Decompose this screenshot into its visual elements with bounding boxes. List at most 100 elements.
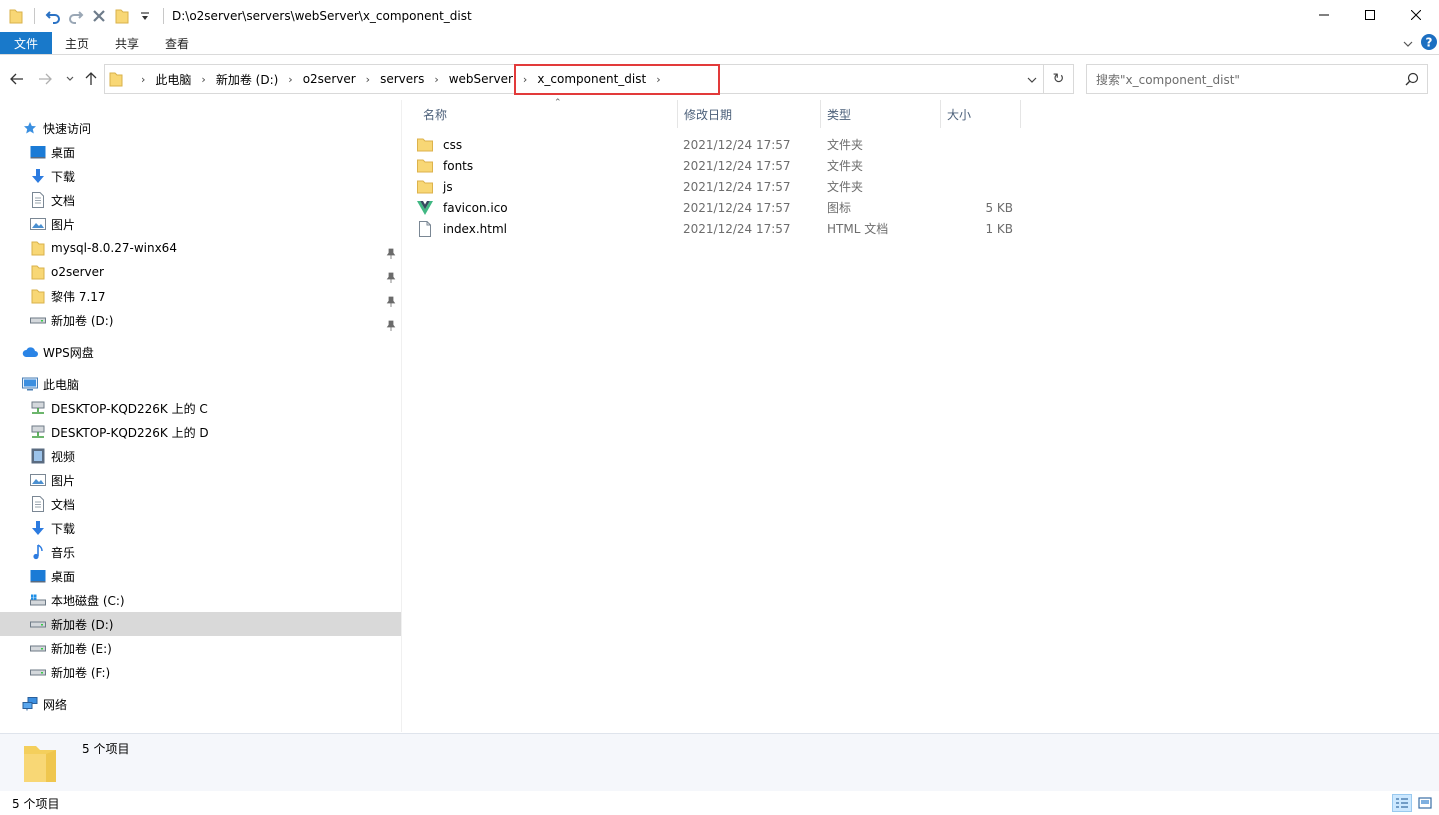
up-arrow-icon[interactable] [82,70,100,88]
nav-desktop[interactable]: 桌面 [30,564,75,588]
pin-icon[interactable] [386,272,396,284]
vue-logo-icon [417,200,433,216]
nav-quick-access[interactable]: 快速访问 [22,116,91,140]
nav-quick-downloads[interactable]: 下载 [30,164,75,188]
recent-locations-icon[interactable] [61,70,79,88]
search-input[interactable]: 搜索"x_component_dist" [1086,64,1428,94]
nav-quick-mysql-folder[interactable]: mysql-8.0.27-winx64 [30,236,177,260]
table-row[interactable]: favicon.ico 2021/12/24 17:57 图标 5 KB [417,197,1027,218]
minimize-button[interactable] [1301,0,1347,30]
maximize-button[interactable] [1347,0,1393,30]
tab-home[interactable]: 主页 [52,32,102,54]
table-row[interactable]: fonts 2021/12/24 17:57 文件夹 [417,155,1027,176]
file-size: 5 KB [985,200,1013,215]
crumb-x-component-dist[interactable]: x_component_dist [537,72,646,86]
table-row[interactable]: index.html 2021/12/24 17:57 HTML 文档 1 KB [417,218,1027,239]
column-header-date[interactable]: 修改日期 [678,100,821,128]
column-header-name[interactable]: 名称 ⌃ [417,98,678,128]
chevron-right-icon[interactable]: › [141,73,145,86]
back-arrow-icon[interactable] [8,70,26,88]
nav-quick-o2server-folder[interactable]: o2server [30,260,104,284]
tab-share[interactable]: 共享 [102,32,152,54]
file-list: 名称 ⌃ 修改日期 类型 大小 css 2021/12/24 17:57 文件夹… [405,98,1439,732]
crumb-drive-d[interactable]: 新加卷 (D:) [216,71,278,88]
nav-quick-drive-d[interactable]: 新加卷 (D:) [30,308,113,332]
nav-videos[interactable]: 视频 [30,444,75,468]
nav-local-disk-c[interactable]: 本地磁盘 (C:) [30,588,125,612]
column-label: 名称 [423,107,448,122]
nav-label: 本地磁盘 (C:) [51,593,125,608]
navigation-pane: 快速访问 桌面 下载 文档 图片 mysql-8.0.27-winx64 o2s… [0,100,402,732]
nav-wps-cloud[interactable]: WPS网盘 [22,340,94,364]
ribbon-tabs: 文件 主页 共享 查看 ? [0,32,1439,55]
search-placeholder: 搜索"x_component_dist" [1096,72,1240,87]
folder-icon [417,137,433,153]
nav-downloads[interactable]: 下载 [30,516,75,540]
nav-drive-d-selected[interactable]: 新加卷 (D:) [0,612,401,636]
nav-this-pc[interactable]: 此电脑 [22,372,79,396]
tab-view[interactable]: 查看 [152,32,202,54]
nav-drive-f[interactable]: 新加卷 (F:) [30,660,110,684]
chevron-right-icon[interactable]: › [366,73,370,86]
nav-label: 音乐 [51,545,76,560]
crumb-servers[interactable]: servers [380,72,424,86]
nav-documents[interactable]: 文档 [30,492,75,516]
network-drive-icon [30,424,46,440]
chevron-right-icon[interactable]: › [523,73,527,86]
column-label: 类型 [827,107,852,122]
column-header-type[interactable]: 类型 [821,100,941,128]
nav-music[interactable]: 音乐 [30,540,75,564]
folder-icon[interactable] [6,6,26,26]
pin-icon[interactable] [386,248,396,260]
file-name: fonts [443,158,474,173]
details-view-button[interactable] [1392,794,1412,812]
column-label: 大小 [947,107,972,122]
table-row[interactable]: js 2021/12/24 17:57 文件夹 [417,176,1027,197]
customize-toolbar-icon[interactable] [135,6,155,26]
nav-quick-documents[interactable]: 文档 [30,188,75,212]
crumb-webserver[interactable]: webServer [449,72,513,86]
pin-icon[interactable] [386,296,396,308]
delete-icon[interactable] [89,6,109,26]
new-folder-icon[interactable] [112,6,132,26]
nav-network[interactable]: 网络 [22,692,67,716]
refresh-button[interactable]: ↻ [1044,64,1074,94]
column-header-size[interactable]: 大小 [941,100,1021,128]
drive-icon [30,640,46,656]
pin-icon[interactable] [386,320,396,332]
address-bar[interactable]: › 此电脑 › 新加卷 (D:) › o2server › servers › … [104,64,1044,94]
chevron-right-icon[interactable]: › [656,73,660,86]
folder-icon [30,240,46,256]
nav-label: 新加卷 (E:) [51,641,112,656]
folder-icon [30,288,46,304]
nav-quick-desktop[interactable]: 桌面 [30,140,75,164]
nav-network-drive-d[interactable]: DESKTOP-KQD226K 上的 D [30,420,209,444]
nav-label: 黎伟 7.17 [51,289,106,304]
nav-pictures[interactable]: 图片 [30,468,75,492]
tab-file[interactable]: 文件 [0,32,52,54]
picture-icon [30,216,46,232]
help-icon[interactable]: ? [1421,34,1437,53]
close-button[interactable] [1393,0,1439,30]
redo-icon[interactable] [66,6,86,26]
chevron-right-icon[interactable]: › [434,73,438,86]
nav-quick-liwei-folder[interactable]: 黎伟 7.17 [30,284,106,308]
chevron-right-icon[interactable]: › [201,73,205,86]
large-icons-view-button[interactable] [1415,794,1435,812]
details-view-icon [1396,798,1408,808]
nav-drive-e[interactable]: 新加卷 (E:) [30,636,112,660]
forward-arrow-icon[interactable] [36,70,54,88]
search-icon[interactable] [1405,72,1419,89]
nav-network-drive-c[interactable]: DESKTOP-KQD226K 上的 C [30,396,208,420]
address-history-dropdown-icon[interactable] [1027,73,1037,87]
desktop-icon [30,144,46,160]
chevron-right-icon[interactable]: › [288,73,292,86]
undo-icon[interactable] [43,6,63,26]
table-row[interactable]: css 2021/12/24 17:57 文件夹 [417,134,1027,155]
crumb-this-pc[interactable]: 此电脑 [155,71,191,88]
nav-quick-pictures[interactable]: 图片 [30,212,75,236]
crumb-o2server[interactable]: o2server [303,72,356,86]
expand-ribbon-icon[interactable] [1403,37,1413,51]
navigation-row: › 此电脑 › 新加卷 (D:) › o2server › servers › … [0,62,1439,96]
file-date: 2021/12/24 17:57 [683,200,791,215]
